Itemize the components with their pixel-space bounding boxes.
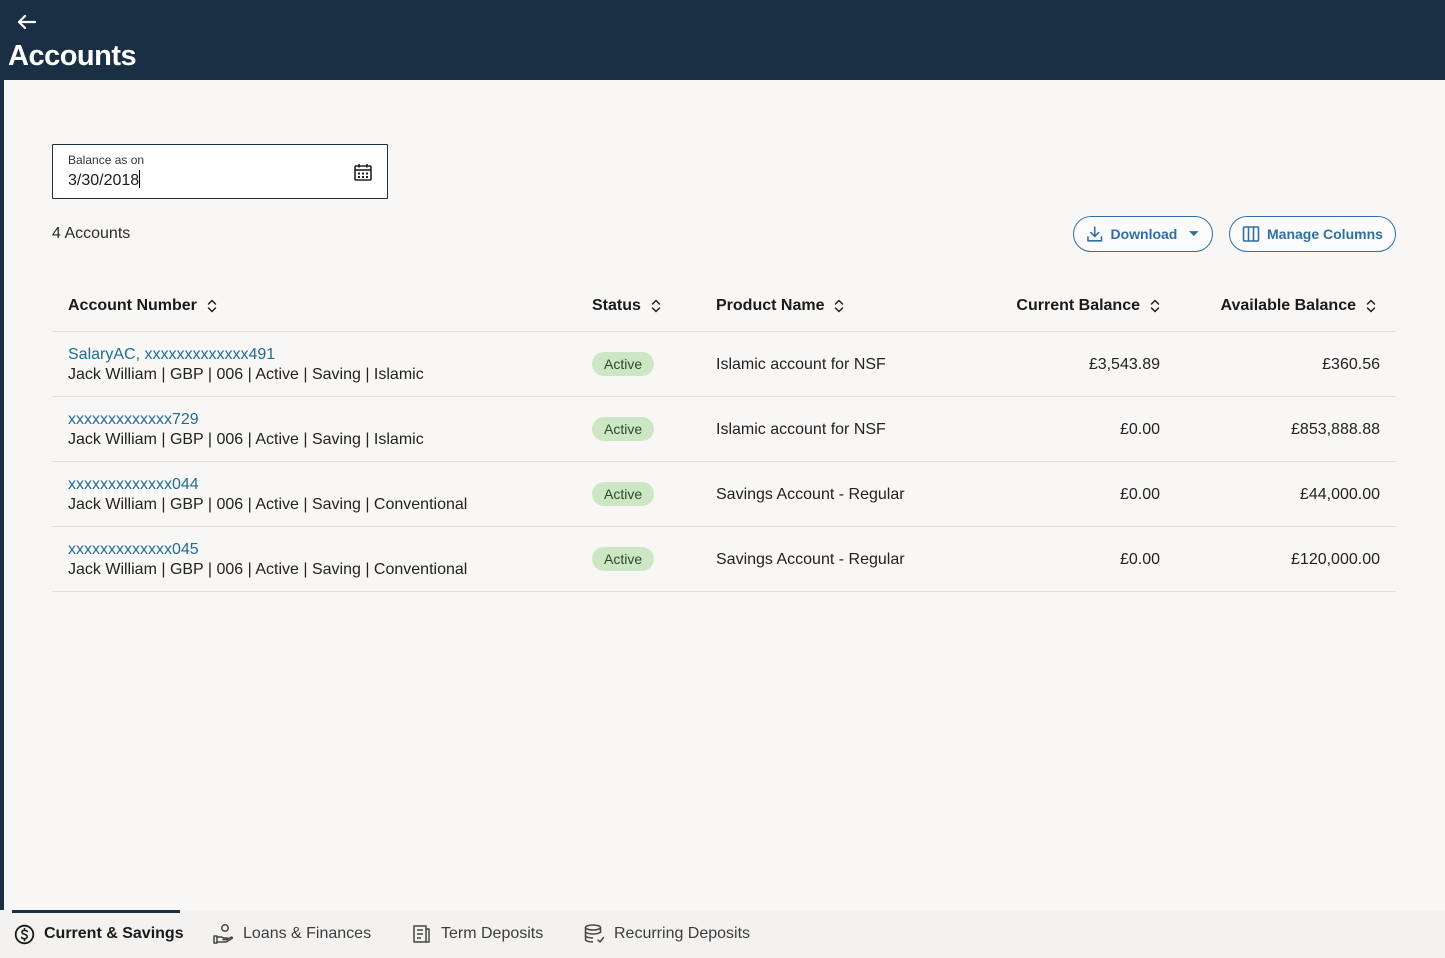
column-label: Account Number xyxy=(68,297,197,314)
term-deposit-icon xyxy=(413,925,430,943)
product-name: Islamic account for NSF xyxy=(716,356,886,373)
loan-hand-icon xyxy=(213,924,234,944)
dollar-circle-icon xyxy=(14,924,35,944)
current-balance: £0.00 xyxy=(1119,551,1160,568)
tab-loans-finances[interactable]: Loans & Finances xyxy=(212,910,371,958)
arrow-left-icon xyxy=(17,14,36,30)
account-number-link[interactable]: xxxxxxxxxxxxx044 xyxy=(68,476,199,494)
account-details: Jack William | GBP | 006 | Active | Savi… xyxy=(68,366,424,383)
tab-term-deposits[interactable]: Term Deposits xyxy=(410,910,543,958)
balance-date-input[interactable]: 3/30/2018 xyxy=(68,170,141,190)
status-badge: Active xyxy=(592,417,655,441)
text-caret xyxy=(139,170,141,188)
columns-icon xyxy=(1242,226,1260,242)
column-header-available-balance[interactable]: Available Balance xyxy=(1221,297,1376,315)
sort-icon xyxy=(207,299,217,313)
accounts-panel: Balance as on 3/30/2018 4 Accounts Downl… xyxy=(4,80,1445,910)
accounts-count: 4 Accounts xyxy=(52,225,131,242)
download-label: Download xyxy=(1110,226,1178,242)
product-name: Islamic account for NSF xyxy=(716,421,886,438)
table-row: xxxxxxxxxxxxx044 Jack William | GBP | 00… xyxy=(52,462,1396,527)
column-header-product-name[interactable]: Product Name xyxy=(716,297,844,315)
product-name: Savings Account - Regular xyxy=(716,551,905,568)
sort-icon xyxy=(835,299,844,313)
available-balance: £120,000.00 xyxy=(1291,551,1380,568)
current-balance: £0.00 xyxy=(1119,421,1160,438)
status-badge: Active xyxy=(592,547,655,571)
current-balance: £3,543.89 xyxy=(1088,356,1160,373)
balance-date-value: 3/30/2018 xyxy=(68,172,140,189)
bottom-tab-bar: Current & Savings Loans & Finances Term … xyxy=(0,910,1445,958)
column-header-status[interactable]: Status xyxy=(592,297,661,315)
table-row: xxxxxxxxxxxxx729 Jack William | GBP | 00… xyxy=(52,397,1396,462)
sort-icon xyxy=(651,299,661,313)
accounts-table: Account Number Status Product Name Curre… xyxy=(52,275,1396,592)
back-button[interactable] xyxy=(14,11,38,33)
tab-label: Loans & Finances xyxy=(243,925,372,942)
manage-columns-label: Manage Columns xyxy=(1267,226,1383,242)
column-header-account-number[interactable]: Account Number xyxy=(68,297,217,315)
available-balance: £360.56 xyxy=(1322,356,1380,373)
recurring-deposit-icon xyxy=(584,924,605,943)
tab-label: Current & Savings xyxy=(44,925,184,942)
tab-recurring-deposits[interactable]: Recurring Deposits xyxy=(583,910,750,958)
account-details: Jack William | GBP | 006 | Active | Savi… xyxy=(68,431,424,448)
app-header: Accounts xyxy=(0,0,1445,80)
account-details: Jack William | GBP | 006 | Active | Savi… xyxy=(68,496,468,513)
caret-down-icon xyxy=(1189,231,1200,236)
column-header-current-balance[interactable]: Current Balance xyxy=(1016,297,1160,315)
column-label: Available Balance xyxy=(1220,297,1356,314)
account-number-link[interactable]: xxxxxxxxxxxxx045 xyxy=(68,541,199,559)
sort-icon xyxy=(1366,299,1376,313)
download-button[interactable]: Download xyxy=(1073,216,1213,252)
current-balance: £0.00 xyxy=(1119,486,1160,503)
table-row: xxxxxxxxxxxxx045 Jack William | GBP | 00… xyxy=(52,527,1396,592)
table-header: Account Number Status Product Name Curre… xyxy=(52,275,1396,332)
status-badge: Active xyxy=(592,352,655,376)
account-number-link[interactable]: xxxxxxxxxxxxx729 xyxy=(68,411,199,429)
page-title: Accounts xyxy=(8,40,137,72)
calendar-icon[interactable] xyxy=(353,162,373,182)
status-badge: Active xyxy=(592,482,655,506)
download-icon xyxy=(1087,226,1103,242)
sort-icon xyxy=(1150,299,1160,313)
column-label: Product Name xyxy=(716,297,825,314)
column-label: Current Balance xyxy=(1016,297,1140,314)
tab-label: Recurring Deposits xyxy=(614,925,751,942)
balance-date-field[interactable]: Balance as on 3/30/2018 xyxy=(52,144,388,199)
column-label: Status xyxy=(592,297,641,314)
tab-current-savings[interactable]: Current & Savings xyxy=(14,910,184,958)
account-details: Jack William | GBP | 006 | Active | Savi… xyxy=(68,561,468,578)
manage-columns-button[interactable]: Manage Columns xyxy=(1229,216,1396,252)
table-row: SalaryAC, xxxxxxxxxxxxx491 Jack William … xyxy=(52,332,1396,397)
tab-label: Term Deposits xyxy=(441,925,544,942)
product-name: Savings Account - Regular xyxy=(716,486,905,503)
available-balance: £853,888.88 xyxy=(1291,421,1380,438)
account-number-link[interactable]: SalaryAC, xxxxxxxxxxxxx491 xyxy=(68,346,275,364)
balance-date-label: Balance as on xyxy=(68,153,145,167)
available-balance: £44,000.00 xyxy=(1299,486,1380,503)
